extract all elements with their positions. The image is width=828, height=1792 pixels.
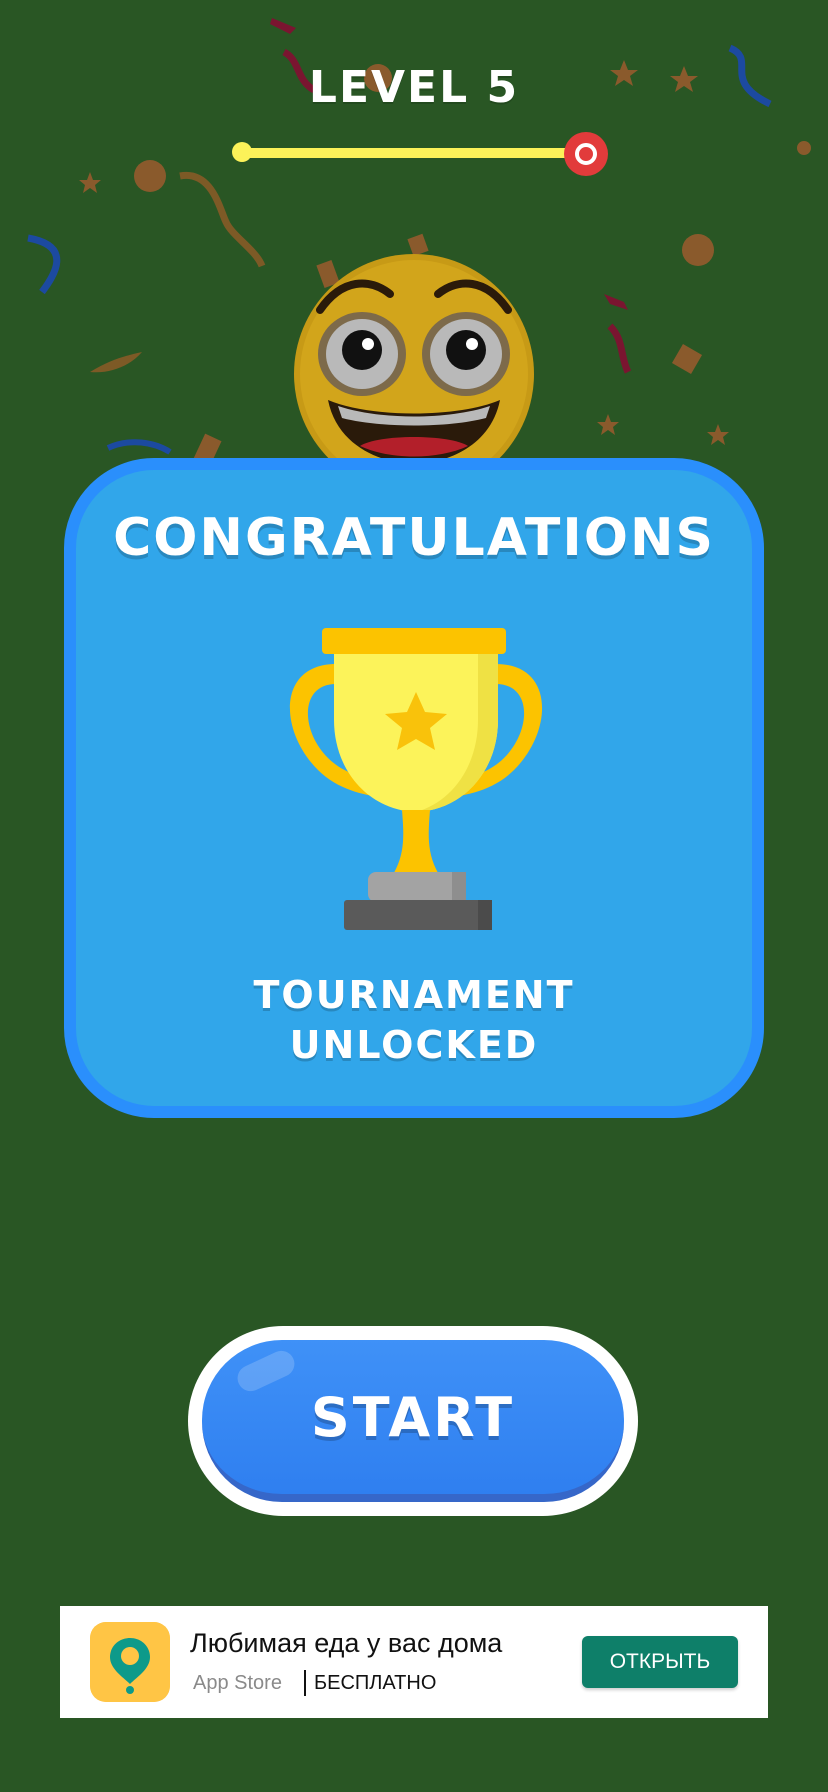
unlocked-line-1: TOURNAMENT (253, 973, 575, 1017)
level-progress-bar (242, 148, 586, 158)
progress-start-marker (232, 142, 252, 162)
ad-open-button[interactable]: ОТКРЫТЬ (582, 1636, 738, 1688)
start-button-face[interactable]: START (202, 1340, 624, 1502)
start-button-label: START (310, 1385, 516, 1449)
map-pin-icon (90, 1622, 170, 1702)
unlocked-line-2: UNLOCKED (289, 1023, 539, 1067)
ad-store-name: App Store (193, 1672, 282, 1694)
ad-title: Любимая еда у вас дома (190, 1628, 503, 1658)
ad-separator (304, 1670, 306, 1696)
ad-banner[interactable]: Любимая еда у вас дома App Store БЕСПЛАТ… (60, 1606, 768, 1718)
start-button[interactable]: START (188, 1326, 638, 1516)
congratulations-title: CONGRATULATIONS (113, 508, 715, 568)
button-shine (233, 1346, 299, 1396)
tournament-unlocked-text: TOURNAMENT UNLOCKED (64, 970, 764, 1070)
progress-end-marker (564, 132, 608, 176)
trophy-icon (289, 628, 543, 930)
level-title: LEVEL 5 (308, 62, 520, 113)
ad-price: БЕСПЛАТНО (314, 1672, 437, 1694)
